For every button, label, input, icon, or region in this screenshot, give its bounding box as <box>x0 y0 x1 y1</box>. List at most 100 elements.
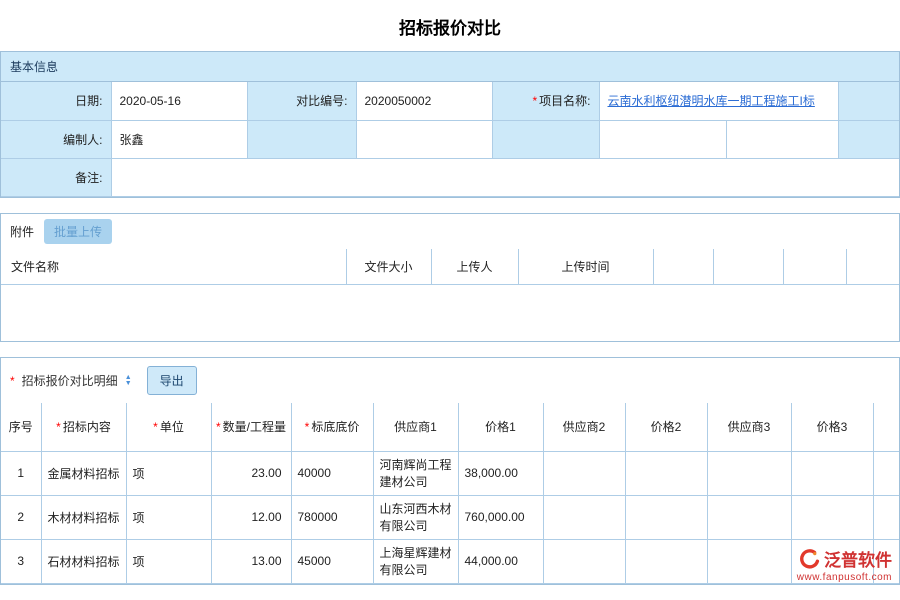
cell-supplier3 <box>707 539 791 583</box>
col-price1: 价格1 <box>458 403 543 451</box>
cell-price1: 760,000.00 <box>458 495 543 539</box>
date-value: 2020-05-16 <box>111 82 247 120</box>
cell-supplier2 <box>543 451 625 495</box>
attach-header-uploadtime: 上传时间 <box>518 249 653 285</box>
cell-bid-content: 石材材料招标 <box>41 539 126 583</box>
basic-info-section: 基本信息 日期: 2020-05-16 对比编号: 2020050002 *项目… <box>0 51 900 198</box>
basic-info-row-2: 编制人: 张鑫 <box>1 120 899 158</box>
detail-table: 序号 *招标内容 *单位 *数量/工程量 *标底底价 供应商1 价格1 供应商2… <box>1 403 899 584</box>
col-supplier1: 供应商1 <box>373 403 458 451</box>
col-price3: 价格3 <box>791 403 873 451</box>
detail-section: * 招标报价对比明细 ▲ ▼ 导出 序号 *招标内容 *单位 *数量/工程量 *… <box>0 357 900 585</box>
project-name-label: *项目名称: <box>492 82 599 120</box>
col-unit: *单位 <box>126 403 211 451</box>
attachments-title: 附件 <box>10 223 34 240</box>
cell-base-price: 780000 <box>291 495 373 539</box>
cell-quantity: 12.00 <box>211 495 291 539</box>
brand-name: 泛普软件 <box>824 546 892 571</box>
col-price2: 价格2 <box>625 403 707 451</box>
attachments-table: 文件名称 文件大小 上传人 上传时间 <box>1 249 899 286</box>
attach-header-filename: 文件名称 <box>1 249 346 285</box>
cell-price3 <box>791 495 873 539</box>
detail-row: 3 石材材料招标 项 13.00 45000 上海星辉建材有限公司 44,000… <box>1 539 899 583</box>
cell-price3 <box>791 451 873 495</box>
required-mark: * <box>10 374 15 388</box>
remark-label: 备注: <box>1 158 111 196</box>
sort-down-arrow: ▼ <box>125 381 132 387</box>
cell-price1: 44,000.00 <box>458 539 543 583</box>
empty-label-cell <box>492 120 599 158</box>
cell-price1: 38,000.00 <box>458 451 543 495</box>
cell-supplier1: 上海星辉建材有限公司 <box>373 539 458 583</box>
col-quantity: *数量/工程量 <box>211 403 291 451</box>
basic-info-row-3: 备注: <box>1 158 899 196</box>
detail-row: 2 木材材料招标 项 12.00 780000 山东河西木材有限公司 760,0… <box>1 495 899 539</box>
cell-seq: 2 <box>1 495 41 539</box>
empty-label-cell <box>247 120 356 158</box>
cell-unit: 项 <box>126 539 211 583</box>
attachments-section: 附件 批量上传 文件名称 文件大小 上传人 上传时间 <box>0 213 900 343</box>
attachments-empty-area <box>1 285 899 341</box>
compare-no-value: 2020050002 <box>356 82 492 120</box>
cell-unit: 项 <box>126 451 211 495</box>
cell-quantity: 13.00 <box>211 539 291 583</box>
col-base-price: *标底底价 <box>291 403 373 451</box>
cell-supplier3 <box>707 495 791 539</box>
col-supplier3: 供应商3 <box>707 403 791 451</box>
col-label: 单位 <box>160 420 184 434</box>
remark-value <box>111 158 899 196</box>
cell-price2 <box>625 495 707 539</box>
col-bid-content: *招标内容 <box>41 403 126 451</box>
col-supplier2: 供应商2 <box>543 403 625 451</box>
col-label: 数量/工程量 <box>223 420 286 434</box>
cell-base-price: 45000 <box>291 539 373 583</box>
compare-no-label: 对比编号: <box>247 82 356 120</box>
cell-supplier1: 山东河西木材有限公司 <box>373 495 458 539</box>
attachments-toolbar: 附件 批量上传 <box>1 214 899 249</box>
attach-header-empty <box>783 249 846 285</box>
fanpu-logo-icon <box>800 549 820 569</box>
col-seq: 序号 <box>1 403 41 451</box>
attachments-header-row: 文件名称 文件大小 上传人 上传时间 <box>1 249 899 285</box>
cell-unit: 项 <box>126 495 211 539</box>
sort-icon[interactable]: ▲ ▼ <box>125 375 132 387</box>
detail-toolbar: * 招标报价对比明细 ▲ ▼ 导出 <box>1 358 899 403</box>
cell-quantity: 23.00 <box>211 451 291 495</box>
attach-header-empty <box>713 249 783 285</box>
cell-supplier1: 河南辉尚工程建材公司 <box>373 451 458 495</box>
project-name-link[interactable]: 云南水利枢纽潜明水库一期工程施工I标 <box>608 94 815 108</box>
cell-seq: 1 <box>1 451 41 495</box>
project-name-cell: 云南水利枢纽潜明水库一期工程施工I标 <box>599 82 838 120</box>
cell-extra <box>873 495 899 539</box>
brand-footer: 泛普软件 www.fanpusoft.com <box>797 546 892 583</box>
attach-header-empty <box>653 249 713 285</box>
empty-label-cell <box>838 120 899 158</box>
project-name-label-text: 项目名称: <box>539 94 590 108</box>
col-label: 标底底价 <box>311 420 359 434</box>
basic-info-header: 基本信息 <box>1 52 899 82</box>
col-extra <box>873 403 899 451</box>
empty-value-cell <box>356 120 492 158</box>
basic-info-row-1: 日期: 2020-05-16 对比编号: 2020050002 *项目名称: 云… <box>1 82 899 120</box>
required-mark: * <box>532 94 537 108</box>
empty-value-cell <box>599 120 726 158</box>
cell-extra <box>873 451 899 495</box>
cell-price2 <box>625 451 707 495</box>
empty-label-cell <box>838 82 899 120</box>
required-mark: * <box>153 420 158 434</box>
col-label: 招标内容 <box>63 420 111 434</box>
cell-supplier2 <box>543 539 625 583</box>
detail-title: 招标报价对比明细 <box>22 372 118 389</box>
cell-price2 <box>625 539 707 583</box>
creator-label: 编制人: <box>1 120 111 158</box>
required-mark: * <box>56 420 61 434</box>
brand-url: www.fanpusoft.com <box>797 572 892 583</box>
cell-seq: 3 <box>1 539 41 583</box>
export-button[interactable]: 导出 <box>147 366 197 395</box>
batch-upload-button[interactable]: 批量上传 <box>44 219 112 244</box>
cell-supplier2 <box>543 495 625 539</box>
detail-header-row: 序号 *招标内容 *单位 *数量/工程量 *标底底价 供应商1 价格1 供应商2… <box>1 403 899 451</box>
attach-header-empty <box>846 249 899 285</box>
attach-header-filesize: 文件大小 <box>346 249 431 285</box>
page-title: 招标报价对比 <box>0 0 900 51</box>
